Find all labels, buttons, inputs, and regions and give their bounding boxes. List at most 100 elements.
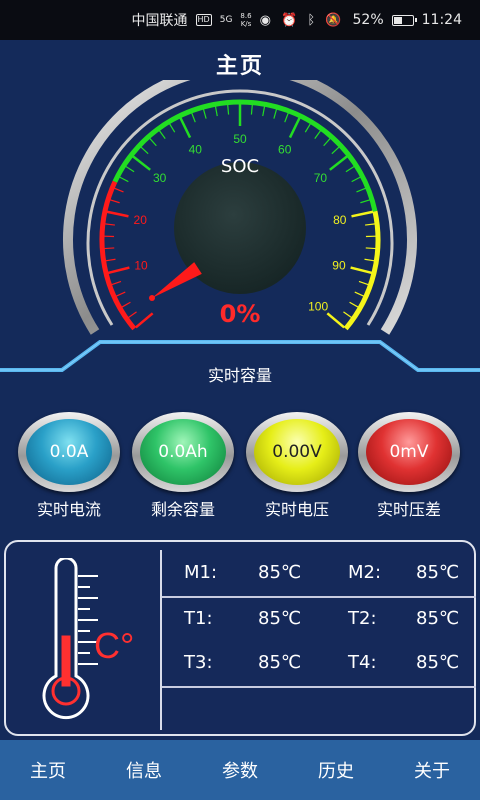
- voltage-meter: 0.00V 实时电压: [246, 412, 348, 519]
- capacity-title: 实时容量: [207, 366, 272, 385]
- tab-history[interactable]: 历史: [288, 757, 384, 783]
- voltage-value: 0.00V: [254, 419, 340, 485]
- gauge-tick-label: 60: [278, 142, 292, 156]
- network-speed: 8.6 K/s: [240, 12, 251, 28]
- tab-about[interactable]: 关于: [384, 757, 480, 783]
- temp-row-t1: T1: 85℃ T2: 85℃: [166, 608, 476, 638]
- status-bar: 中国联通 HD 5G 8.6 K/s ◉ ⏰ ᛒ 🔕 52% 11:24: [0, 0, 480, 40]
- gauge-minor-tick: [360, 199, 371, 204]
- t3-value: 85℃: [258, 652, 302, 673]
- gauge-major-tick: [350, 266, 373, 275]
- m2-label: M2:: [348, 562, 382, 583]
- gauge-minor-tick: [191, 112, 196, 123]
- network-type: 5G: [219, 15, 233, 25]
- gauge-needle: [152, 262, 202, 298]
- gauge-tick-label: 50: [233, 132, 247, 146]
- m1-label: M1:: [184, 562, 218, 583]
- network-speed-unit: K/s: [240, 20, 252, 28]
- alarm-icon: ⏰: [281, 12, 301, 28]
- hd-badge: HD: [195, 14, 212, 26]
- temp-row-m: M1: 85℃ M2: 85℃: [166, 562, 476, 592]
- gauge-minor-tick: [140, 146, 149, 155]
- panel-divider: [160, 550, 162, 730]
- gauge-minor-tick: [365, 223, 376, 226]
- mute-icon: 🔕: [325, 12, 345, 28]
- gauge-minor-tick: [114, 187, 124, 193]
- page-title: 主页: [215, 54, 264, 79]
- gauge-minor-tick: [364, 258, 375, 262]
- gauge-minor-tick: [111, 280, 122, 286]
- gauge-minor-tick: [262, 106, 266, 117]
- gauge-minor-tick: [119, 176, 129, 183]
- gauge-minor-tick: [105, 258, 116, 262]
- t4-value: 85℃: [416, 652, 460, 673]
- row-divider: [162, 686, 476, 688]
- tab-params[interactable]: 参数: [192, 757, 288, 783]
- row-divider: [162, 596, 476, 598]
- remaining-capacity-label: 剩余容量: [150, 500, 215, 519]
- gauge-minor-tick: [273, 108, 278, 119]
- remaining-capacity-meter: 0.0Ah 剩余容量: [132, 412, 234, 519]
- gauge-major-tick: [106, 210, 129, 218]
- gauge-major-tick: [351, 210, 374, 218]
- gauge-minor-tick: [365, 247, 376, 250]
- tab-info[interactable]: 信息: [96, 757, 192, 783]
- gauge-minor-tick: [169, 123, 176, 133]
- celsius-symbol: C°: [94, 625, 134, 666]
- m2-value: 85℃: [416, 562, 460, 583]
- gauge-tick-label: 40: [189, 142, 203, 156]
- gauge-minor-tick: [149, 137, 157, 147]
- gauge-major-tick: [107, 266, 130, 275]
- gauge-minor-tick: [314, 130, 322, 139]
- gauge-minor-tick: [358, 280, 369, 286]
- thermometer-icon: C°: [42, 558, 134, 720]
- gauge-minor-tick: [323, 137, 331, 147]
- gauge-tick-label: 20: [134, 213, 148, 227]
- gauge-minor-tick: [109, 199, 120, 204]
- gauge-minor-tick: [227, 104, 230, 115]
- gauge-tick-label: 10: [134, 259, 148, 273]
- gauge-minor-tick: [284, 112, 289, 123]
- status-icons: ◉ ⏰ ᛒ 🔕: [260, 13, 345, 28]
- tab-home[interactable]: 主页: [0, 757, 96, 783]
- temp-row-t3: T3: 85℃ T4: 85℃: [166, 652, 476, 682]
- gauge-minor-tick: [104, 223, 115, 226]
- temperature-panel: C° M1: 85℃ M2: 85℃ T1: 85℃ T2: 85℃ T3: 8…: [4, 540, 476, 736]
- gauge-minor-tick: [214, 106, 218, 117]
- t4-label: T4:: [348, 652, 377, 673]
- gauge-minor-tick: [356, 187, 366, 193]
- gauge-minor-tick: [104, 247, 115, 250]
- gauge-minor-tick: [202, 108, 207, 119]
- current-meter: 0.0A 实时电流: [18, 412, 120, 519]
- gauge-minor-tick: [250, 104, 253, 115]
- t1-label: T1:: [184, 608, 213, 629]
- current-value: 0.0A: [26, 419, 112, 485]
- voltage-diff-meter: 0mV 实时压差: [358, 412, 460, 519]
- current-label: 实时电流: [36, 500, 101, 519]
- eye-icon: ◉: [259, 12, 274, 28]
- t2-value: 85℃: [416, 608, 460, 629]
- gauge-minor-tick: [354, 291, 365, 297]
- soc-value: 0%: [219, 300, 261, 328]
- gauge-minor-tick: [115, 291, 126, 297]
- clock: 11:24: [421, 12, 462, 28]
- network-speed-value: 8.6: [240, 12, 252, 20]
- soc-label: SOC: [220, 156, 260, 177]
- t3-label: T3:: [184, 652, 213, 673]
- bluetooth-icon: ᛒ: [307, 12, 319, 28]
- gauge-minor-tick: [351, 176, 361, 183]
- bottom-tab-bar: 主页 信息 参数 历史 关于: [0, 740, 480, 800]
- gauge-tick-label: 90: [332, 259, 346, 273]
- carrier-name: 中国联通: [131, 13, 188, 29]
- gauge-tick-label: 80: [333, 213, 347, 227]
- t1-value: 85℃: [258, 608, 302, 629]
- gauge-minor-tick: [331, 146, 340, 155]
- voltage-diff-value: 0mV: [366, 419, 452, 485]
- gauge-minor-tick: [158, 130, 166, 139]
- voltage-label: 实时电压: [264, 500, 329, 519]
- battery-percent: 52%: [352, 12, 384, 28]
- m1-value: 85℃: [258, 562, 302, 583]
- voltage-diff-label: 实时压差: [376, 500, 441, 519]
- battery-icon: [391, 14, 417, 26]
- gauge-minor-tick: [304, 123, 311, 133]
